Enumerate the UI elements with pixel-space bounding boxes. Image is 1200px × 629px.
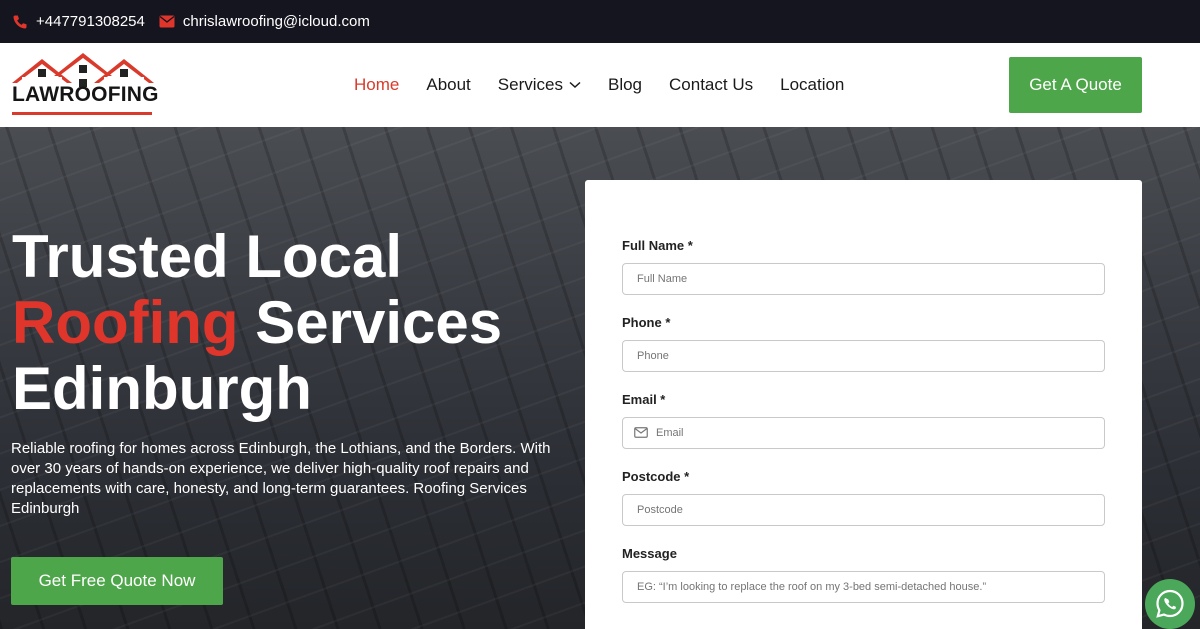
logo[interactable]: LAWROOFING [12,51,159,119]
topbar-email[interactable]: chrislawroofing@icloud.com [159,13,370,30]
hero-title: Trusted Local Roofing Services Edinburgh [12,224,572,422]
postcode-input[interactable] [622,494,1105,526]
message-input[interactable] [622,571,1105,603]
get-a-quote-button[interactable]: Get A Quote [1009,57,1142,113]
whatsapp-button[interactable] [1145,579,1195,629]
hero-section: Trusted Local Roofing Services Edinburgh… [0,127,1200,629]
nav-services-label: Services [497,75,563,94]
hero-description: Reliable roofing for homes across Edinbu… [11,440,551,517]
hero-title-line3: Edinburgh [12,355,312,422]
nav-contact-us[interactable]: Contact Us [669,75,753,95]
envelope-icon [634,427,648,439]
main-nav: Home About Services Blog Contact Us Loca… [354,43,871,127]
hero-title-highlight: Roofing [12,289,239,356]
nav-services[interactable]: Services [498,75,581,95]
phone-label: Phone * [622,315,671,330]
nav-location[interactable]: Location [780,75,844,95]
phone-input[interactable] [622,340,1105,372]
site-header: LAWROOFING Home About Services Blog Cont… [0,43,1200,127]
nav-about[interactable]: About [426,75,470,95]
logo-text: LAWROOFING [12,83,159,106]
full-name-input[interactable] [622,263,1105,295]
message-label: Message [622,546,677,561]
full-name-label: Full Name * [622,238,693,253]
phone-number: +447791308254 [36,13,145,30]
topbar-phone[interactable]: +447791308254 [12,13,145,30]
email-address: chrislawroofing@icloud.com [182,13,370,30]
phone-icon [12,14,28,30]
logo-underline [12,112,152,115]
postcode-label: Postcode * [622,469,690,484]
whatsapp-icon [1154,588,1186,620]
hero-title-line1: Trusted Local [12,223,403,290]
nav-blog[interactable]: Blog [608,75,642,95]
quote-form: Full Name * Phone * Email * Postcode * M… [585,180,1142,629]
email-label: Email * [622,392,666,407]
hero-title-line2: Services [238,289,503,356]
email-input[interactable] [622,417,1105,449]
chevron-down-icon [569,81,581,89]
nav-home[interactable]: Home [354,75,399,95]
get-free-quote-button[interactable]: Get Free Quote Now [11,557,223,605]
top-contact-bar: +447791308254 chrislawroofing@icloud.com [0,0,1200,43]
envelope-icon [159,14,175,30]
